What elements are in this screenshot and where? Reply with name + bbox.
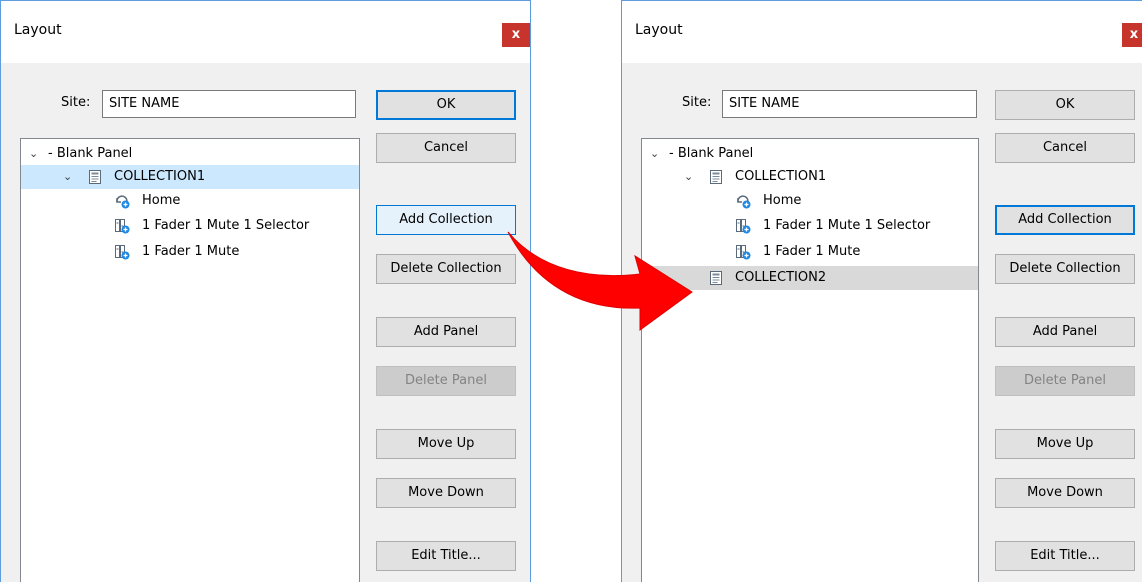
delete-panel-button[interactable]: Delete Panel [995, 366, 1135, 396]
title-bar: Layout x [622, 1, 1142, 63]
tree-item-label: COLLECTION1 [735, 169, 827, 184]
tree-item-label: - Blank Panel [48, 146, 133, 161]
tree-item-collection1[interactable]: ⌄ COLLECTION1 [21, 165, 359, 189]
dialog-title: Layout [635, 22, 683, 38]
add-panel-button[interactable]: Add Panel [376, 317, 516, 347]
cancel-button[interactable]: Cancel [376, 133, 516, 163]
delete-collection-button[interactable]: Delete Collection [376, 254, 516, 284]
edit-title-button[interactable]: Edit Title... [995, 541, 1135, 571]
tree-item-home[interactable]: Home [21, 189, 359, 213]
ok-button[interactable]: OK [995, 90, 1135, 120]
delete-panel-button[interactable]: Delete Panel [376, 366, 516, 396]
move-down-button[interactable]: Move Down [376, 478, 516, 508]
chevron-down-icon[interactable]: ⌄ [650, 142, 662, 166]
chevron-down-icon[interactable]: ⌄ [63, 165, 75, 189]
title-bar: Layout x [1, 1, 530, 63]
tree-item-label: 1 Fader 1 Mute [142, 244, 240, 259]
chevron-down-icon[interactable]: ⌄ [29, 142, 41, 166]
layout-tree[interactable]: ⌄ - Blank Panel ⌄ COLLECTION1 Home 1 Fad… [20, 138, 360, 582]
chevron-down-icon[interactable]: ⌄ [684, 165, 696, 189]
layout-dialog-before: Layout x Site: SITE NAME ⌄ - Blank Panel… [0, 0, 531, 582]
delete-collection-button[interactable]: Delete Collection [995, 254, 1135, 284]
ok-button[interactable]: OK [376, 90, 516, 120]
tree-item-blank-panel[interactable]: ⌄ - Blank Panel [642, 142, 978, 166]
cancel-button[interactable]: Cancel [995, 133, 1135, 163]
home-icon [735, 193, 751, 209]
edit-title-button[interactable]: Edit Title... [376, 541, 516, 571]
tree-item-panel-2[interactable]: 1 Fader 1 Mute [21, 240, 359, 264]
close-button[interactable]: x [502, 23, 530, 47]
collection-icon [87, 169, 103, 185]
add-collection-button[interactable]: Add Collection [995, 205, 1135, 235]
add-panel-button[interactable]: Add Panel [995, 317, 1135, 347]
tree-item-label: Home [142, 193, 181, 208]
home-icon [114, 193, 130, 209]
tree-item-label: 1 Fader 1 Mute 1 Selector [763, 218, 931, 233]
panel-icon [735, 218, 751, 234]
panel-icon [114, 244, 130, 260]
tree-item-blank-panel[interactable]: ⌄ - Blank Panel [21, 142, 359, 166]
collection-icon [708, 270, 724, 286]
add-collection-button[interactable]: Add Collection [376, 205, 516, 235]
red-arrow-icon [507, 231, 693, 331]
tree-item-label: - Blank Panel [669, 146, 754, 161]
layout-tree[interactable]: ⌄ - Blank Panel ⌄ COLLECTION1 Home 1 Fad… [641, 138, 979, 582]
dialog-title: Layout [14, 22, 62, 38]
site-label: Site: [61, 95, 91, 110]
panel-icon [114, 218, 130, 234]
move-up-button[interactable]: Move Up [995, 429, 1135, 459]
tree-item-label: COLLECTION2 [735, 270, 827, 285]
tree-item-label: Home [763, 193, 802, 208]
tree-item-label: 1 Fader 1 Mute [763, 244, 861, 259]
collection-icon [708, 169, 724, 185]
tree-item-home[interactable]: Home [642, 189, 978, 213]
tree-item-label: 1 Fader 1 Mute 1 Selector [142, 218, 310, 233]
tree-item-collection1[interactable]: ⌄ COLLECTION1 [642, 165, 978, 189]
tree-item-label: COLLECTION1 [114, 169, 206, 184]
move-down-button[interactable]: Move Down [995, 478, 1135, 508]
close-button[interactable]: x [1122, 23, 1142, 47]
site-name-input[interactable]: SITE NAME [102, 90, 356, 118]
panel-icon [735, 244, 751, 260]
site-name-input[interactable]: SITE NAME [722, 90, 977, 118]
site-label: Site: [682, 95, 712, 110]
tree-item-panel-1[interactable]: 1 Fader 1 Mute 1 Selector [21, 214, 359, 238]
move-up-button[interactable]: Move Up [376, 429, 516, 459]
